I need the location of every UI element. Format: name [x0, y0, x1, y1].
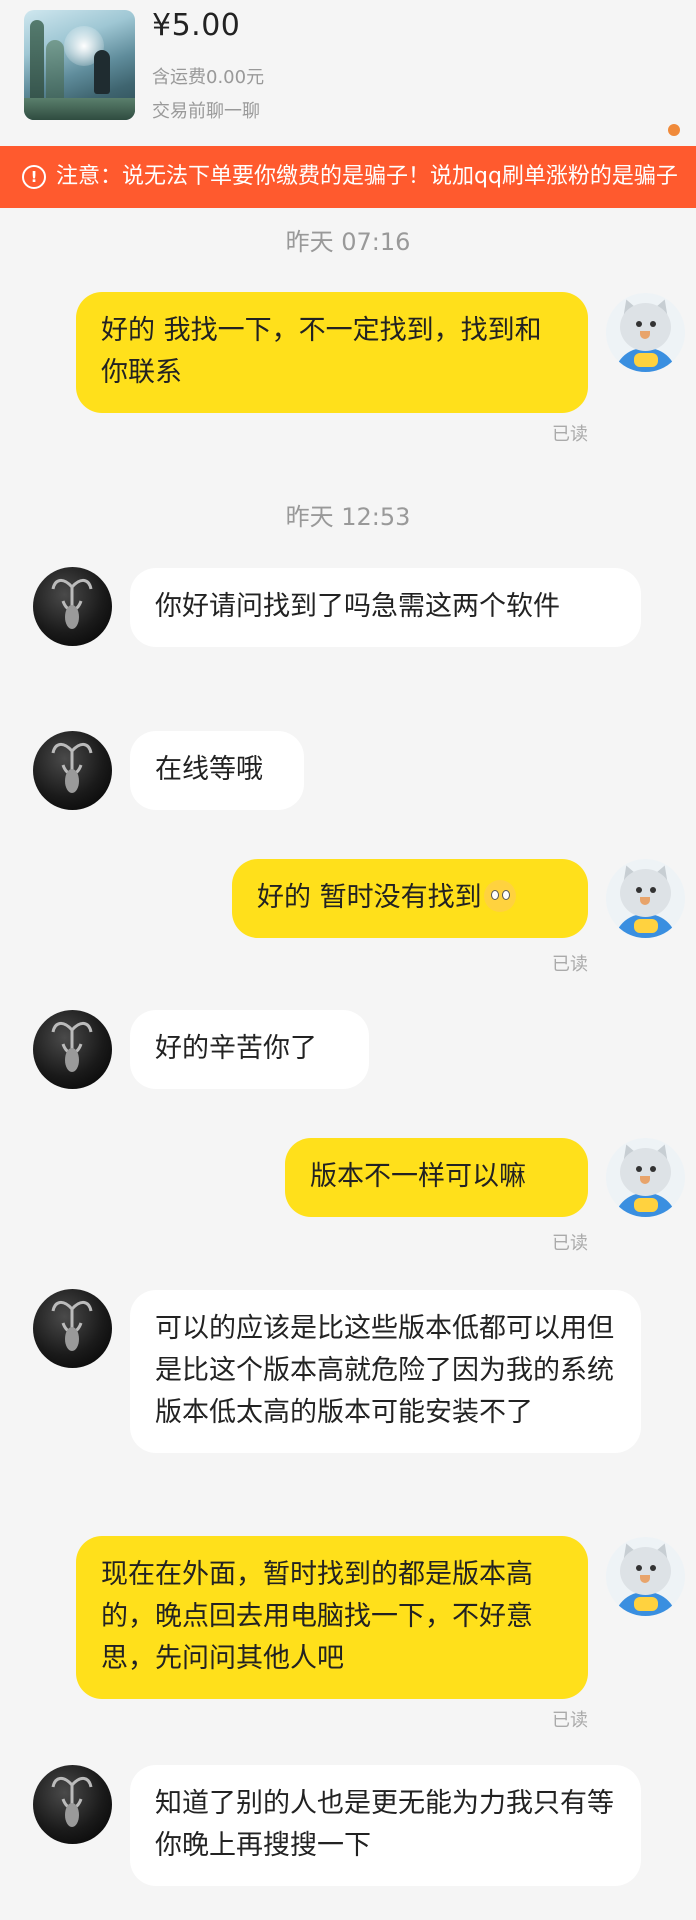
notification-dot: [668, 124, 680, 136]
warning-circle-icon: !: [22, 165, 46, 189]
product-price: ¥5.00: [152, 8, 241, 43]
read-receipt: 已读: [552, 1233, 588, 1254]
read-receipt: 已读: [552, 424, 588, 445]
incoming-message[interactable]: 好的辛苦你了: [130, 1010, 369, 1089]
chat-before-trade: 交易前聊一聊: [152, 101, 260, 122]
outgoing-message[interactable]: 好的 暂时没有找到: [232, 859, 588, 938]
shipping-fee: 含运费0.00元: [152, 67, 265, 88]
my-avatar[interactable]: [606, 1537, 685, 1616]
incoming-message[interactable]: 可以的应该是比这些版本低都可以用但是比这个版本高就危险了因为我的系统版本低太高的…: [130, 1290, 641, 1453]
my-avatar[interactable]: [606, 1138, 685, 1217]
product-thumbnail[interactable]: [24, 10, 135, 120]
timestamp: 昨天 07:16: [285, 228, 411, 256]
product-header[interactable]: ¥5.00 含运费0.00元 交易前聊一聊: [0, 0, 696, 145]
my-avatar[interactable]: [606, 859, 685, 938]
my-avatar[interactable]: [606, 293, 685, 372]
seller-avatar[interactable]: [33, 567, 112, 646]
woozy-face-emoji-icon: [483, 880, 516, 912]
seller-avatar[interactable]: [33, 1289, 112, 1368]
incoming-message[interactable]: 在线等哦: [130, 731, 304, 810]
seller-avatar[interactable]: [33, 1765, 112, 1844]
seller-avatar[interactable]: [33, 1010, 112, 1089]
message-text: 好的 暂时没有找到: [257, 882, 482, 913]
warning-text: 注意：说无法下单要你缴费的是骗子！说加qq刷单涨粉的是骗子: [56, 164, 678, 189]
incoming-message[interactable]: 你好请问找到了吗急需这两个软件: [130, 568, 641, 647]
outgoing-message[interactable]: 版本不一样可以嘛: [285, 1138, 588, 1217]
seller-avatar[interactable]: [33, 731, 112, 810]
incoming-message[interactable]: 知道了别的人也是更无能为力我只有等你晚上再搜搜一下: [130, 1765, 641, 1886]
scam-warning-banner[interactable]: ! 注意：说无法下单要你缴费的是骗子！说加qq刷单涨粉的是骗子: [0, 146, 696, 208]
read-receipt: 已读: [552, 954, 588, 975]
read-receipt: 已读: [552, 1710, 588, 1731]
outgoing-message[interactable]: 现在在外面，暂时找到的都是版本高的，晚点回去用电脑找一下，不好意思，先问问其他人…: [76, 1536, 588, 1699]
outgoing-message[interactable]: 好的 我找一下，不一定找到，找到和你联系: [76, 292, 588, 413]
timestamp: 昨天 12:53: [285, 503, 411, 531]
